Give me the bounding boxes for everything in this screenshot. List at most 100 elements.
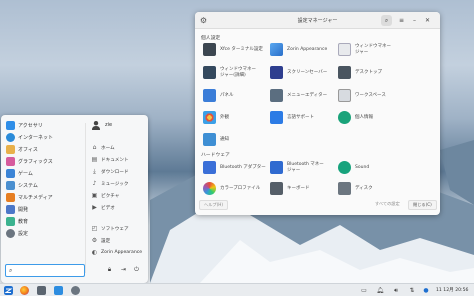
category-development[interactable]: 開発 [6,204,80,215]
all-settings-button[interactable]: すべての設定 [371,200,404,210]
category-office[interactable]: オフィス [6,144,80,155]
appearance-icon [203,111,216,124]
disk-icon [338,182,351,195]
zorin-appearance-icon [270,43,283,56]
power-icon[interactable]: ⏻ [132,265,141,274]
language-support-icon [270,111,283,124]
settings-item-panel[interactable]: パネル [203,89,273,103]
user-account[interactable]: zie [91,119,146,131]
color-profile-icon [203,182,216,195]
category-settings[interactable]: 設定 [6,228,80,239]
terminal-settings-icon [203,43,216,56]
settings-item-language-support[interactable]: 言語サポート [270,111,340,125]
place-zorin-appearance[interactable]: ◐ Zorin Appearance [91,247,147,258]
minimize-button[interactable]: – [409,15,420,26]
clock[interactable]: 11 12月 20:56 [436,287,468,293]
settings-item-window-manager[interactable]: ウィンドウマネー ジャー [338,43,408,57]
network-icon[interactable]: ⇅ [408,286,416,295]
settings-item-bluetooth-manager[interactable]: Bluetooth マネー ジャー [270,161,340,175]
music-icon: ♪ [92,180,97,187]
place-software[interactable]: ◰ ソフトウェア [91,223,147,234]
category-multimedia[interactable]: マルチメディア [6,192,80,203]
taskbar: ▭ 🔔︎ 🔊︎ ⇅ ● 11 12月 20:56 [0,283,474,296]
settings-item-notifications[interactable]: 通知 [203,133,273,147]
settings-item-desktop[interactable]: デスクトップ [338,66,408,80]
zorin-appearance-small-icon: ◐ [91,249,98,256]
settings-icon [6,229,15,238]
settings-item-screensaver[interactable]: スクリーンセーバー [270,66,340,80]
menu-editor-icon [270,89,283,102]
window-titlebar: ⚙ 設定マネージャー ⌕ ≡ – ✕ [195,12,440,29]
bluetooth-adapter-icon [203,161,216,174]
section-personal: 個人設定 [201,36,221,41]
videos-icon: ▶ [92,204,97,211]
documents-icon: ▤ [91,156,98,163]
place-home[interactable]: ⌂ ホーム [91,142,147,153]
desktop-icon [338,66,351,79]
home-icon: ⌂ [92,144,97,151]
settings-item-sound[interactable]: Sound [338,161,408,175]
settings-gear-icon: ⚙ [91,237,98,244]
internet-icon [6,133,15,142]
settings-item-zorin-appearance[interactable]: Zorin Appearance [270,43,340,57]
screensaver-icon [270,66,283,79]
menu-button[interactable]: ≡ [396,15,407,26]
system-icon [6,181,15,190]
software-icon: ◰ [91,225,98,232]
status-icon[interactable]: ● [422,286,430,295]
files-icon[interactable] [37,286,46,295]
multimedia-icon [6,193,15,202]
games-icon [6,169,15,178]
menu-search-input[interactable]: ⌕ [5,264,85,277]
place-videos[interactable]: ▶ ビデオ [91,202,147,213]
software-store-icon[interactable] [54,286,63,295]
place-downloads[interactable]: ⤓ ダウンロード [91,166,147,177]
settings-app-icon[interactable] [71,286,80,295]
graphics-icon [6,157,15,166]
category-internet[interactable]: インターネット [6,132,80,143]
settings-item-terminal[interactable]: Xfce ターミナル設定 [203,43,273,57]
place-documents[interactable]: ▤ ドキュメント [91,154,147,165]
keyboard-icon [270,182,283,195]
settings-item-menu-editor[interactable]: メニューエディター [270,89,340,103]
settings-item-disk[interactable]: ディスク [338,182,408,196]
user-avatar-icon [92,121,100,130]
display-icon[interactable]: ▭ [360,286,368,295]
search-button[interactable]: ⌕ [381,15,392,26]
education-icon [6,217,15,226]
category-accessories[interactable]: アクセサリ [6,120,80,131]
lock-icon[interactable]: 🔒︎ [105,265,114,274]
accessories-icon [6,121,15,130]
category-education[interactable]: 教育 [6,216,80,227]
settings-item-bluetooth-adapter[interactable]: Bluetooth アダプター [203,161,273,175]
category-games[interactable]: ゲーム [6,168,80,179]
section-hardware: ハードウェア [201,153,230,158]
settings-item-window-manager-tweaks[interactable]: ウィンドウマネー ジャー(詳細) [203,66,273,80]
category-system[interactable]: システム [6,180,80,191]
place-pictures[interactable]: ▣ ピクチャ [91,190,147,201]
place-music[interactable]: ♪ ミュージック [91,178,147,189]
office-icon [6,145,15,154]
settings-item-appearance[interactable]: 外観 [203,111,273,125]
settings-manager-window: ⚙ 設定マネージャー ⌕ ≡ – ✕ 個人設定 Xfce ターミナル設定 Zor… [195,12,440,215]
menu-divider [85,123,86,273]
help-button[interactable]: ヘルプ(H) [199,200,228,210]
notification-icon[interactable]: 🔔︎ [376,286,384,295]
settings-item-workspaces[interactable]: ワークスペース [338,89,408,103]
logout-icon[interactable]: ⇥ [119,265,128,274]
search-icon: ⌕ [9,267,13,274]
firefox-icon[interactable] [20,286,29,295]
place-settings[interactable]: ⚙ 設定 [91,235,147,246]
volume-icon[interactable]: 🔊︎ [392,286,400,295]
settings-item-keyboard[interactable]: キーボード [270,182,340,196]
sound-icon [338,161,351,174]
category-graphics[interactable]: グラフィックス [6,156,80,167]
window-manager-tweaks-icon [203,66,216,79]
development-icon [6,205,15,214]
panel-icon [203,89,216,102]
close-dialog-button[interactable]: 閉じる(C) [408,200,437,210]
settings-item-color-profile[interactable]: カラープロファイル [203,182,273,196]
zorin-menu-icon[interactable] [4,286,13,295]
settings-item-personal-info[interactable]: 個人情報 [338,111,408,125]
close-button[interactable]: ✕ [422,15,433,26]
